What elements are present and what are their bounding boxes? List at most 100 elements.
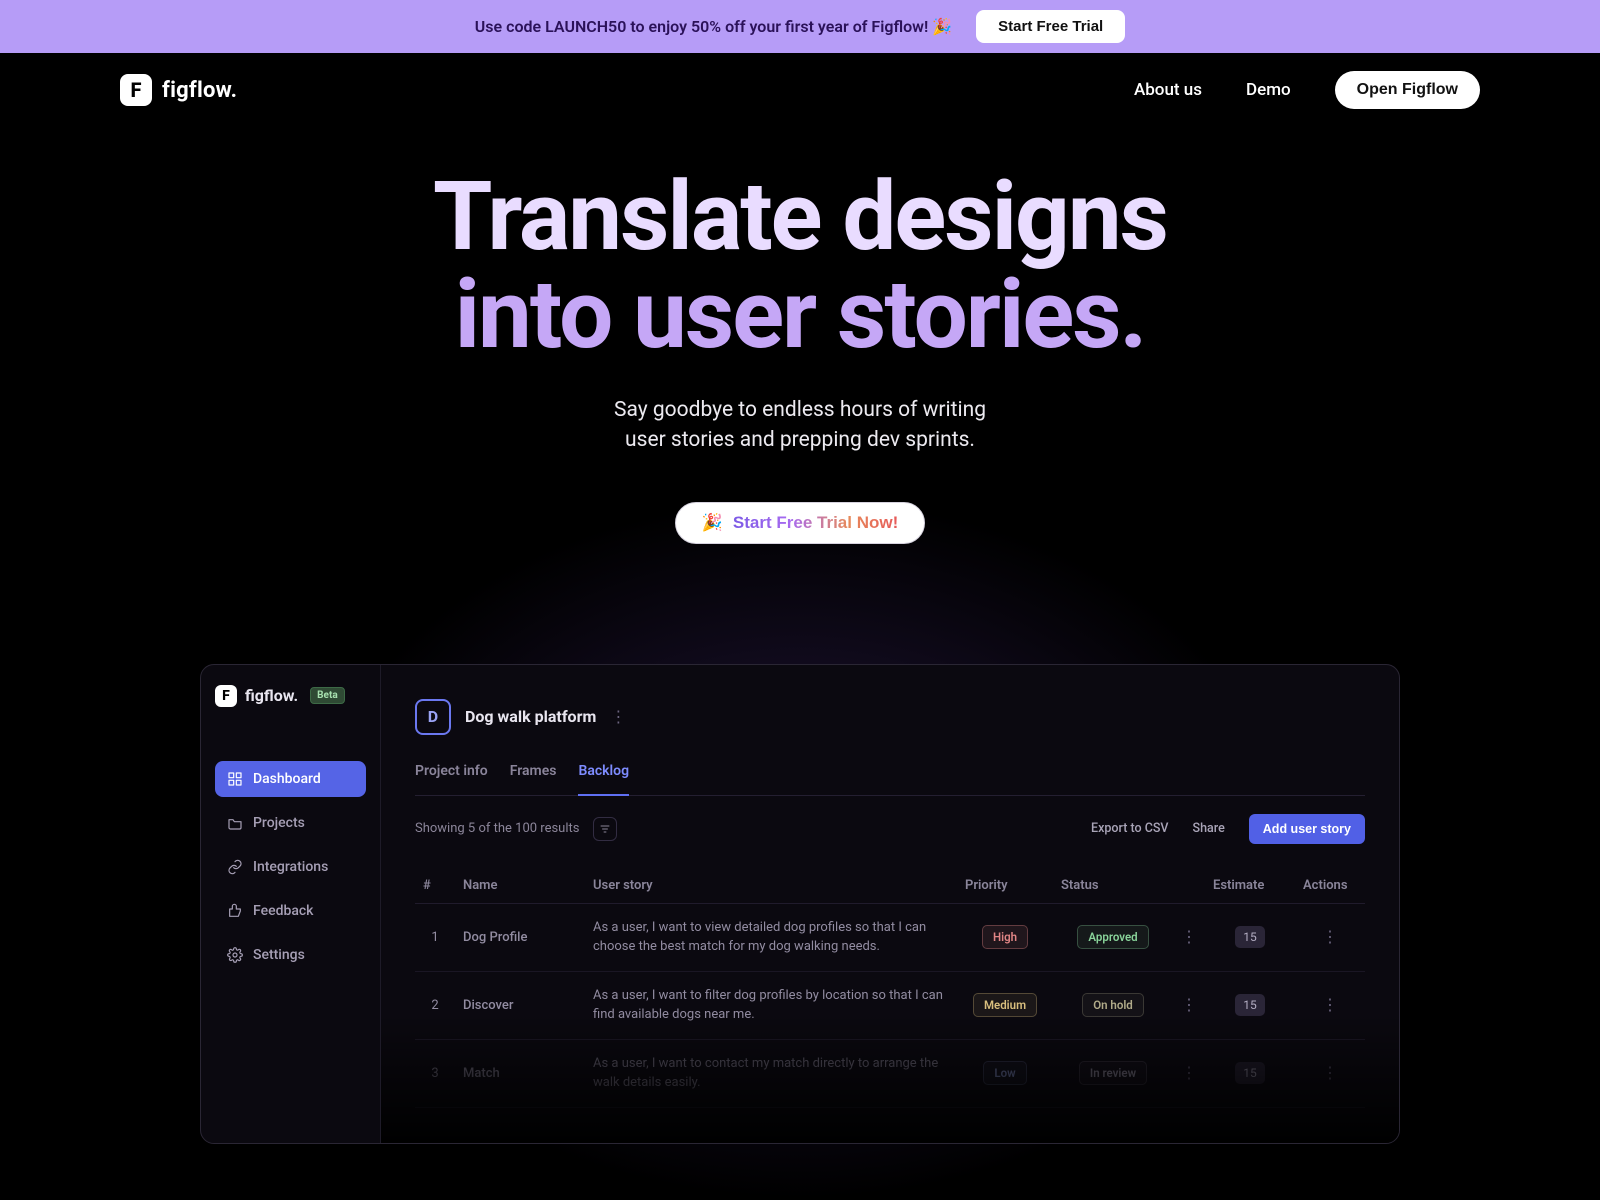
nav-cta-open[interactable]: Open Figflow <box>1335 71 1480 109</box>
brand-mark-icon: F <box>120 74 152 106</box>
project-menu-button[interactable]: ⋮ <box>610 709 626 725</box>
thumbs-up-icon <box>227 903 243 919</box>
export-csv-button[interactable]: Export to CSV <box>1091 821 1168 836</box>
priority-badge: High <box>982 925 1028 949</box>
hero-heading-line1: Translate designs <box>0 169 1600 267</box>
sidebar-item-label: Dashboard <box>253 771 321 787</box>
brand[interactable]: F figflow. <box>120 74 237 106</box>
hero-heading: Translate designs into user stories. <box>0 169 1600 365</box>
sidebar-item-integrations[interactable]: Integrations <box>215 849 366 885</box>
more-vertical-icon: ⋮ <box>1322 927 1338 946</box>
status-badge: On hold <box>1082 993 1144 1017</box>
hero-subtitle-line1: Say goodbye to endless hours of writing <box>614 398 986 422</box>
project-header: D Dog walk platform ⋮ <box>415 699 1365 735</box>
user-stories-table: # Name User story Priority Status Estima… <box>415 868 1365 1108</box>
app-brand-name: figflow. <box>245 686 298 705</box>
app-sidebar: F figflow. Beta Dashboard Projects Integ… <box>201 665 381 1143</box>
share-button[interactable]: Share <box>1193 821 1225 836</box>
party-popper-icon: 🎉 <box>702 513 723 533</box>
promo-banner-cta[interactable]: Start Free Trial <box>976 10 1125 43</box>
hero: Translate designs into user stories. Say… <box>0 109 1600 544</box>
table-header-row: # Name User story Priority Status Estima… <box>415 868 1365 904</box>
sidebar-item-label: Integrations <box>253 859 328 875</box>
sidebar-item-label: Projects <box>253 815 305 831</box>
app-main: D Dog walk platform ⋮ Project info Frame… <box>381 665 1399 1143</box>
beta-badge: Beta <box>310 687 345 704</box>
nav-links: About us Demo Open Figflow <box>1134 71 1480 109</box>
col-actions: Actions <box>1295 868 1365 904</box>
priority-badge: Medium <box>973 993 1037 1017</box>
sidebar-item-dashboard[interactable]: Dashboard <box>215 761 366 797</box>
hero-subtitle: Say goodbye to endless hours of writing … <box>0 395 1600 456</box>
table-row[interactable]: 2 Discover As a user, I want to filter d… <box>415 971 1365 1039</box>
folder-icon <box>227 815 243 831</box>
tab-frames[interactable]: Frames <box>510 763 557 785</box>
estimate-chip: 15 <box>1235 926 1265 948</box>
filter-button[interactable] <box>593 817 617 841</box>
status-menu-button[interactable]: ⋮ <box>1181 1063 1197 1082</box>
filter-icon <box>599 823 611 835</box>
status-menu-button[interactable]: ⋮ <box>1181 995 1197 1014</box>
more-vertical-icon: ⋮ <box>1181 1063 1197 1082</box>
estimate-chip: 15 <box>1235 994 1265 1016</box>
more-vertical-icon: ⋮ <box>1322 1063 1338 1082</box>
sidebar-item-projects[interactable]: Projects <box>215 805 366 841</box>
gear-icon <box>227 947 243 963</box>
sidebar-item-feedback[interactable]: Feedback <box>215 893 366 929</box>
results-count: Showing 5 of the 100 results <box>415 821 579 836</box>
app-brand-mark-icon: F <box>215 685 237 707</box>
project-tabs: Project info Frames Backlog <box>415 763 1365 796</box>
row-index: 3 <box>415 1039 455 1107</box>
sidebar-item-label: Feedback <box>253 903 313 919</box>
hero-heading-line2: into user stories. <box>0 267 1600 365</box>
row-story: As a user, I want to view detailed dog p… <box>585 903 957 971</box>
row-story: As a user, I want to contact my match di… <box>585 1039 957 1107</box>
link-icon <box>227 859 243 875</box>
grid-icon <box>227 771 243 787</box>
row-name: Match <box>455 1039 585 1107</box>
status-badge: In review <box>1079 1061 1147 1085</box>
col-priority: Priority <box>957 868 1053 904</box>
row-index: 1 <box>415 903 455 971</box>
nav-link-demo[interactable]: Demo <box>1246 80 1291 100</box>
col-name: Name <box>455 868 585 904</box>
row-actions-button[interactable]: ⋮ <box>1322 1063 1338 1082</box>
priority-badge: Low <box>983 1061 1026 1085</box>
app-preview-window: F figflow. Beta Dashboard Projects Integ… <box>200 664 1400 1144</box>
row-name: Discover <box>455 971 585 1039</box>
hero-cta-label: Start Free Trial Now! <box>733 513 898 533</box>
nav-link-about[interactable]: About us <box>1134 80 1202 100</box>
row-actions-button[interactable]: ⋮ <box>1322 927 1338 946</box>
sidebar-item-label: Settings <box>253 947 305 963</box>
row-story: As a user, I want to filter dog profiles… <box>585 971 957 1039</box>
promo-banner: Use code LAUNCH50 to enjoy 50% off your … <box>0 0 1600 53</box>
project-title: Dog walk platform <box>465 707 596 726</box>
row-index: 2 <box>415 971 455 1039</box>
more-vertical-icon: ⋮ <box>1322 995 1338 1014</box>
table-row[interactable]: 3 Match As a user, I want to contact my … <box>415 1039 1365 1107</box>
status-menu-button[interactable]: ⋮ <box>1181 927 1197 946</box>
tab-backlog[interactable]: Backlog <box>578 763 629 796</box>
hero-cta-start-trial[interactable]: 🎉 Start Free Trial Now! <box>675 502 926 544</box>
status-badge: Approved <box>1077 925 1148 949</box>
col-status: Status <box>1053 868 1173 904</box>
tab-project-info[interactable]: Project info <box>415 763 488 785</box>
more-vertical-icon: ⋮ <box>1181 995 1197 1014</box>
more-vertical-icon: ⋮ <box>610 707 626 726</box>
project-avatar: D <box>415 699 451 735</box>
top-nav: F figflow. About us Demo Open Figflow <box>0 53 1600 109</box>
backlog-toolbar: Showing 5 of the 100 results Export to C… <box>415 814 1365 844</box>
more-vertical-icon: ⋮ <box>1181 927 1197 946</box>
table-row[interactable]: 1 Dog Profile As a user, I want to view … <box>415 903 1365 971</box>
col-story: User story <box>585 868 957 904</box>
row-name: Dog Profile <box>455 903 585 971</box>
col-estimate: Estimate <box>1205 868 1295 904</box>
promo-banner-text: Use code LAUNCH50 to enjoy 50% off your … <box>475 17 952 36</box>
estimate-chip: 15 <box>1235 1062 1265 1084</box>
hero-subtitle-line2: user stories and prepping dev sprints. <box>625 428 975 452</box>
app-brand: F figflow. Beta <box>215 685 366 707</box>
brand-name: figflow. <box>162 78 237 103</box>
sidebar-item-settings[interactable]: Settings <box>215 937 366 973</box>
row-actions-button[interactable]: ⋮ <box>1322 995 1338 1014</box>
add-user-story-button[interactable]: Add user story <box>1249 814 1365 844</box>
